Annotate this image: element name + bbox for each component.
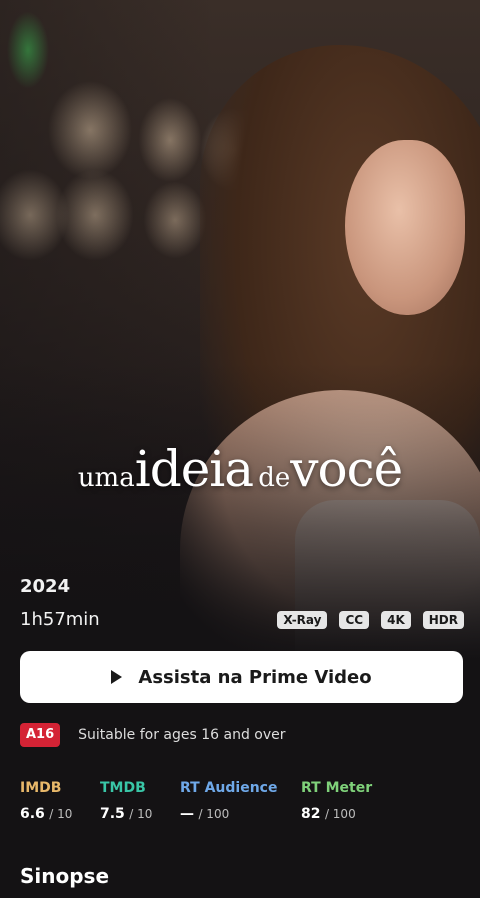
age-rating-row: A16 Suitable for ages 16 and over	[20, 723, 286, 747]
title-word-4: você	[290, 440, 403, 498]
score-rt-meter: RT Meter 82 / 100	[301, 779, 372, 823]
hero-poster-image	[0, 0, 480, 660]
cc-badge: CC	[339, 611, 370, 629]
score-scale: / 100	[198, 807, 230, 821]
release-year: 2024	[20, 576, 71, 597]
score-number: —	[180, 806, 194, 822]
score-scale: / 100	[324, 807, 356, 821]
score-label: RT Audience	[180, 780, 278, 796]
score-label: RT Meter	[301, 780, 373, 796]
hero-bottom-fade	[0, 0, 480, 660]
runtime: 1h57min	[20, 609, 100, 630]
score-tmdb: TMDB 7.5 / 10	[100, 779, 152, 823]
play-icon	[111, 670, 123, 684]
xray-badge: X-Ray	[277, 611, 328, 629]
score-number: 7.5	[100, 806, 125, 822]
score-imdb: IMDB 6.6 / 10	[20, 779, 72, 823]
title-word-2: ideia	[134, 440, 254, 498]
age-rating-description: Suitable for ages 16 and over	[78, 727, 286, 743]
4k-badge: 4K	[381, 611, 411, 629]
movie-title-logo: umaideia devocê	[0, 440, 480, 498]
score-scale: / 10	[129, 807, 153, 821]
score-value: 82 / 100	[301, 805, 372, 823]
score-number: 6.6	[20, 806, 45, 822]
movie-detail-screen: umaideia devocê 2024 1h57min X-Ray CC 4K…	[0, 0, 480, 898]
score-value: — / 100	[180, 805, 277, 823]
score-scale: / 10	[49, 807, 73, 821]
score-value: 7.5 / 10	[100, 805, 152, 823]
score-label: TMDB	[100, 780, 146, 796]
age-rating-badge: A16	[20, 723, 61, 747]
score-label: IMDB	[20, 780, 62, 796]
watch-button-label: Assista na Prime Video	[138, 666, 372, 688]
synopsis-heading: Sinopse	[20, 864, 110, 888]
title-word-3: de	[258, 463, 291, 493]
score-value: 6.6 / 10	[20, 805, 72, 823]
hdr-badge: HDR	[422, 611, 464, 629]
watch-on-prime-button[interactable]: Assista na Prime Video	[20, 651, 463, 703]
feature-badges: X-Ray CC 4K HDR	[277, 611, 464, 629]
score-rt-audience: RT Audience — / 100	[180, 779, 277, 823]
score-list: IMDB 6.6 / 10 TMDB 7.5 / 10 RT Audience …	[20, 779, 470, 829]
title-word-1: uma	[77, 463, 135, 493]
score-number: 82	[301, 806, 321, 822]
